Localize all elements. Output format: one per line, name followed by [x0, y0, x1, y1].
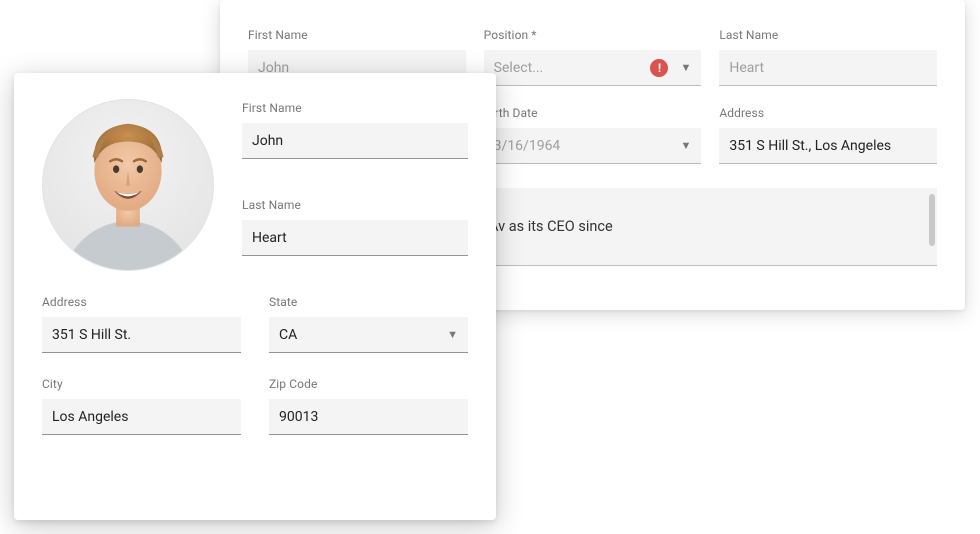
scrollbar[interactable] — [929, 194, 935, 246]
last-name-field-back: Last Name Heart — [719, 28, 937, 86]
last-name-value-front: Heart — [252, 230, 287, 246]
chevron-down-icon: ▼ — [680, 139, 691, 152]
position-label: Position * — [484, 28, 702, 42]
zip-label: Zip Code — [269, 377, 468, 391]
address-field-front: Address 351 S Hill St. — [42, 295, 241, 353]
last-name-field-front: Last Name Heart — [242, 198, 468, 271]
first-name-field-front: First Name John — [242, 101, 468, 174]
address-label-back: Address — [719, 106, 937, 120]
address-field-back: Address 351 S Hill St., Los Angeles — [719, 106, 937, 164]
position-select[interactable]: Select... ! ▼ — [484, 50, 702, 86]
first-name-label-front: First Name — [242, 101, 468, 115]
city-label: City — [42, 377, 241, 391]
birth-date-value: 3/16/1964 — [494, 138, 681, 154]
zip-value: 90013 — [279, 409, 318, 425]
last-name-label-front: Last Name — [242, 198, 468, 212]
last-name-input-back[interactable]: Heart — [719, 50, 937, 86]
position-select-value: Select... — [494, 60, 651, 76]
foreground-form-card: First Name John Last Name Heart Address … — [14, 73, 496, 520]
state-select[interactable]: CA ▼ — [269, 317, 468, 353]
zip-field: Zip Code 90013 — [269, 377, 468, 435]
state-label: State — [269, 295, 468, 309]
first-name-input-front[interactable]: John — [242, 123, 468, 159]
birth-date-select[interactable]: 3/16/1964 ▼ — [484, 128, 702, 164]
last-name-label-back: Last Name — [719, 28, 937, 42]
avatar — [42, 99, 214, 271]
city-value: Los Angeles — [52, 409, 128, 425]
position-field: Position * Select... ! ▼ — [484, 28, 702, 86]
last-name-input-front[interactable]: Heart — [242, 220, 468, 256]
address-input-front[interactable]: 351 S Hill St. — [42, 317, 241, 353]
birth-date-field: Birth Date 3/16/1964 ▼ — [484, 106, 702, 164]
address-input-back[interactable]: 351 S Hill St., Los Angeles — [719, 128, 937, 164]
birth-date-label: Birth Date — [484, 106, 702, 120]
error-icon: ! — [650, 59, 668, 77]
state-field: State CA ▼ — [269, 295, 468, 353]
zip-input[interactable]: 90013 — [269, 399, 468, 435]
front-top-section: First Name John Last Name Heart — [42, 99, 468, 271]
city-field: City Los Angeles — [42, 377, 241, 435]
front-row-city-zip: City Los Angeles Zip Code 90013 — [42, 377, 468, 435]
address-value-front: 351 S Hill St. — [52, 327, 131, 343]
front-top-fields: First Name John Last Name Heart — [242, 99, 468, 271]
chevron-down-icon: ▼ — [447, 328, 458, 341]
front-row-address-state: Address 351 S Hill St. State CA ▼ — [42, 295, 468, 353]
address-label-front: Address — [42, 295, 241, 309]
chevron-down-icon: ▼ — [680, 61, 691, 74]
city-input[interactable]: Los Angeles — [42, 399, 241, 435]
state-value: CA — [279, 327, 297, 343]
avatar-image — [43, 100, 213, 270]
first-name-label-back: First Name — [248, 28, 466, 42]
first-name-value-front: John — [252, 133, 283, 149]
